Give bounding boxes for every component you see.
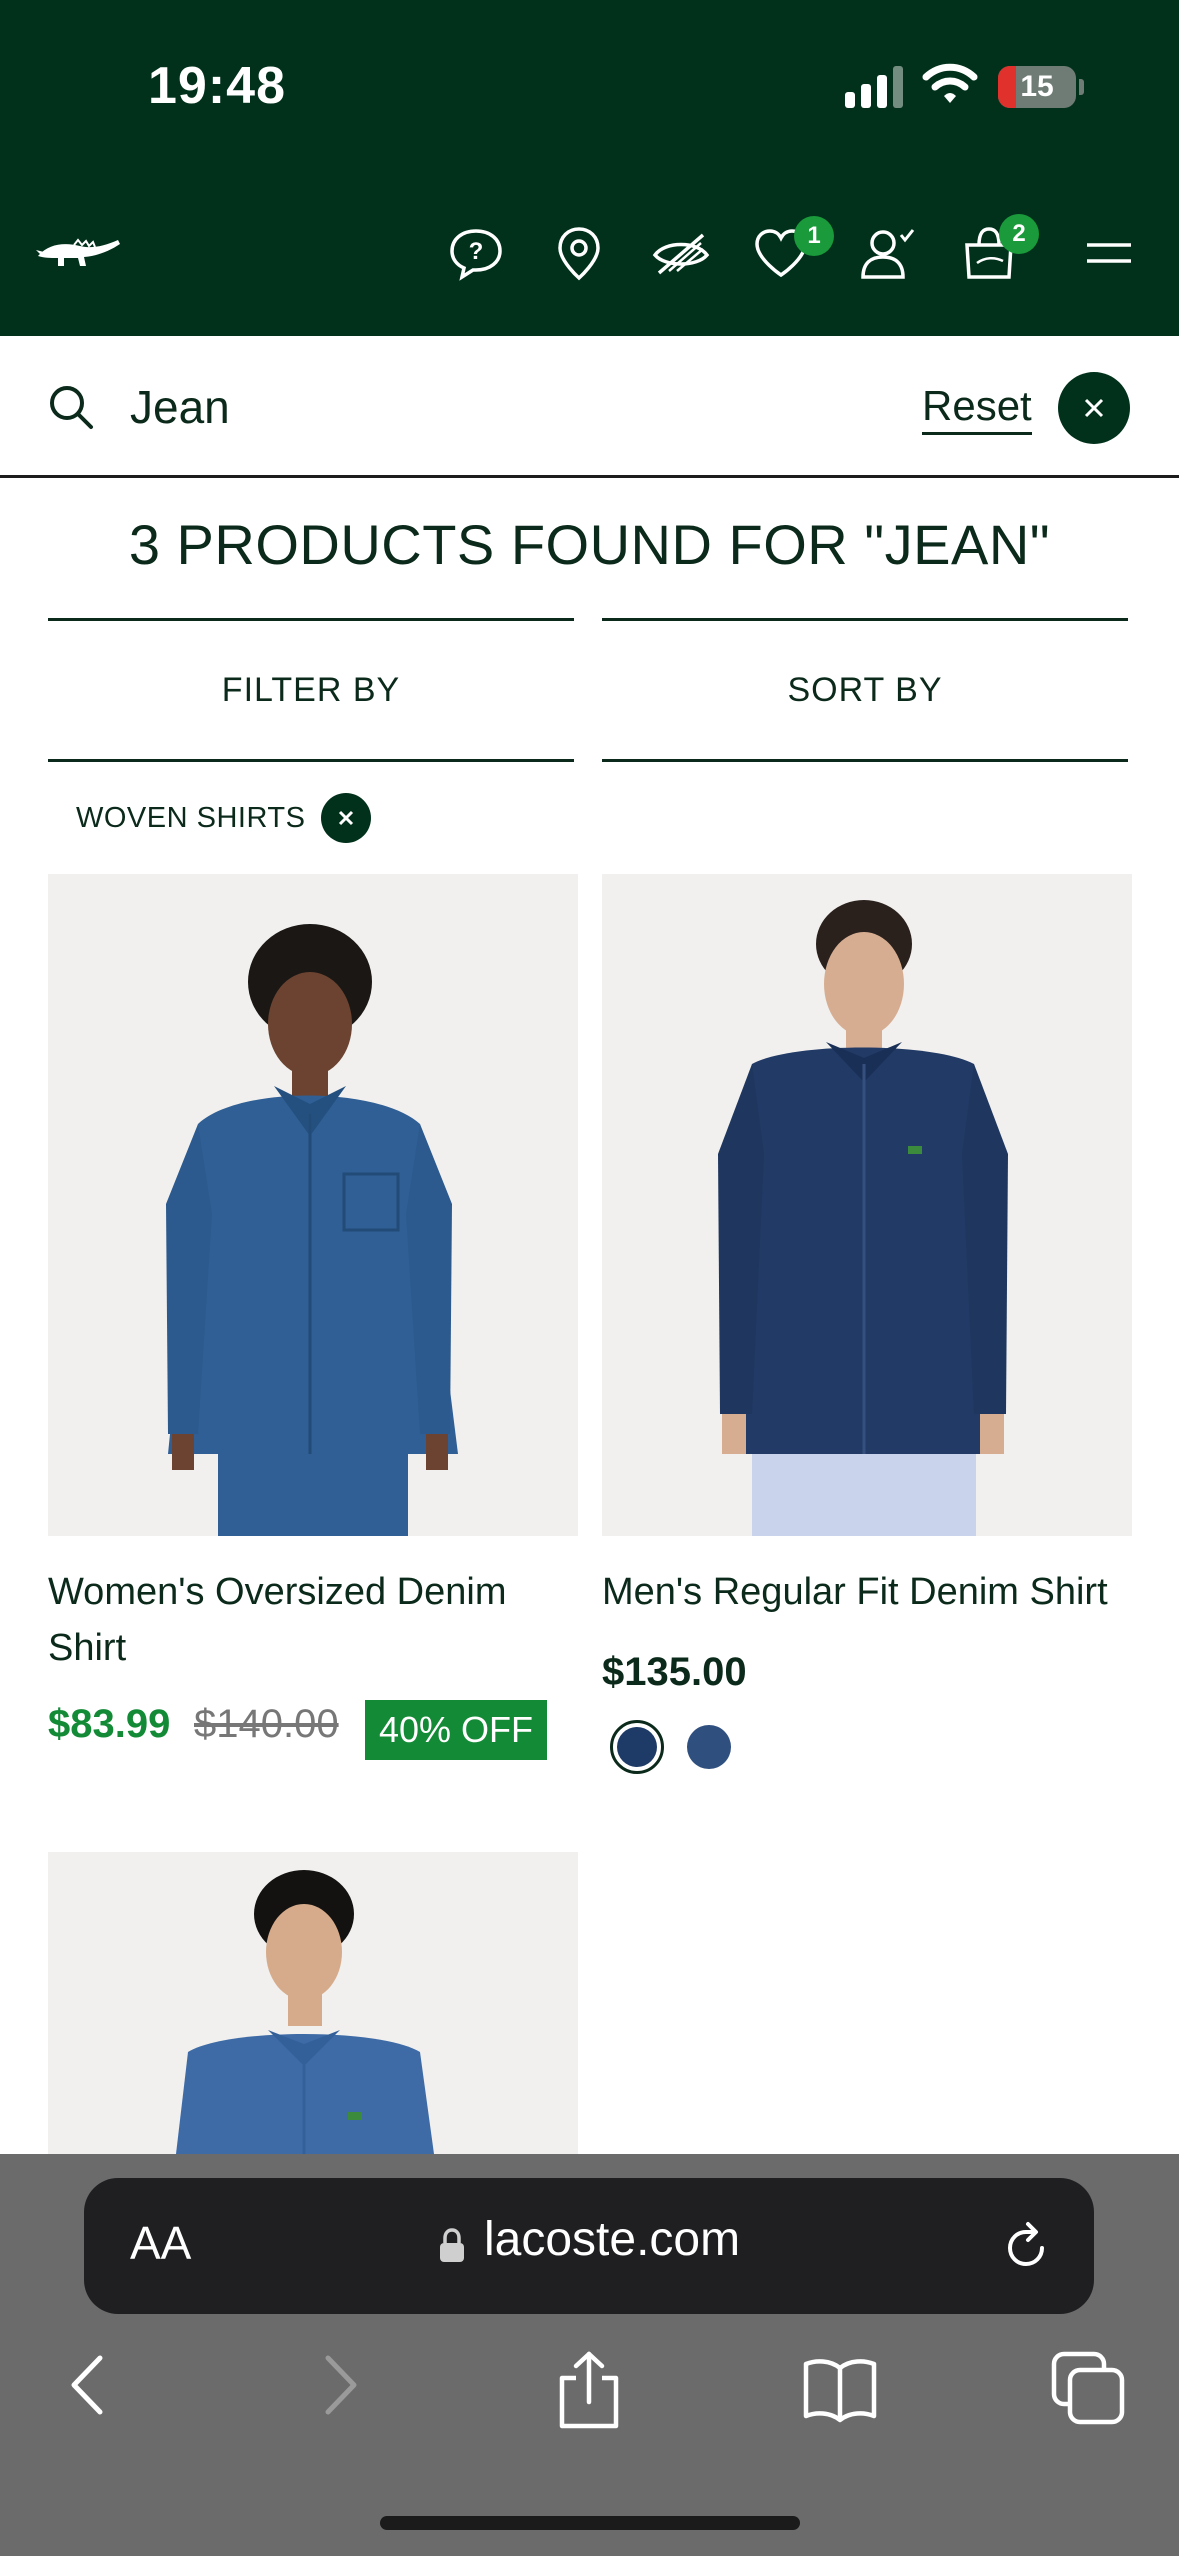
cart-count-badge: 2 bbox=[999, 214, 1039, 254]
discount-badge: 40% OFF bbox=[365, 1700, 548, 1760]
reload-icon[interactable] bbox=[998, 2218, 1054, 2274]
color-swatch-selected[interactable] bbox=[610, 1720, 664, 1774]
active-filter-chip[interactable]: WOVEN SHIRTS bbox=[76, 790, 372, 846]
product-name[interactable]: Women's Oversized Denim Shirt bbox=[48, 1564, 578, 1676]
close-icon bbox=[339, 810, 354, 826]
account-icon[interactable] bbox=[854, 220, 920, 286]
search-input[interactable] bbox=[130, 376, 830, 438]
battery-indicator: 15 bbox=[998, 66, 1076, 108]
forward-icon[interactable] bbox=[316, 2350, 366, 2420]
product-image-womens-denim-shirt[interactable] bbox=[48, 874, 578, 1536]
tabs-icon[interactable] bbox=[1050, 2350, 1126, 2426]
active-filter-label: WOVEN SHIRTS bbox=[76, 801, 306, 834]
wishlist-count-badge: 1 bbox=[794, 216, 834, 256]
product-price: $135.00 bbox=[602, 1650, 747, 1694]
battery-tip bbox=[1079, 79, 1084, 95]
results-title: 3 PRODUCTS FOUND FOR "JEAN" bbox=[128, 513, 1051, 576]
status-time: 19:48 bbox=[148, 57, 286, 115]
lacoste-logo[interactable] bbox=[34, 222, 124, 282]
product-name[interactable]: Men's Regular Fit Denim Shirt bbox=[602, 1564, 1162, 1620]
store-locator-icon[interactable] bbox=[546, 220, 612, 286]
search-icon bbox=[50, 386, 93, 429]
url-text[interactable]: lacoste.com bbox=[484, 2212, 740, 2267]
product-image-mens-denim-shirt[interactable] bbox=[602, 874, 1132, 1536]
reader-settings-button[interactable]: AA bbox=[130, 2216, 191, 2270]
clear-search-button[interactable] bbox=[1058, 372, 1130, 444]
home-indicator bbox=[380, 2516, 800, 2530]
sort-by-button[interactable]: SORT BY bbox=[602, 618, 1128, 762]
reset-link[interactable]: Reset bbox=[922, 382, 1032, 435]
battery-level: 15 bbox=[1020, 70, 1054, 103]
accessibility-icon[interactable] bbox=[648, 220, 714, 286]
wifi-icon bbox=[922, 63, 978, 103]
help-icon[interactable]: ? bbox=[443, 220, 509, 286]
menu-icon[interactable] bbox=[1076, 220, 1142, 286]
lock-icon bbox=[440, 2228, 464, 2262]
color-swatch[interactable] bbox=[687, 1725, 731, 1769]
filter-by-button[interactable]: FILTER BY bbox=[48, 618, 574, 762]
bookmarks-icon[interactable] bbox=[800, 2354, 880, 2424]
product-original-price: $140.00 bbox=[194, 1702, 339, 1746]
svg-text:?: ? bbox=[469, 238, 484, 265]
cellular-signal-icon bbox=[845, 66, 903, 108]
back-icon[interactable] bbox=[62, 2350, 112, 2420]
remove-filter-button[interactable] bbox=[321, 793, 372, 843]
product-sale-price: $83.99 bbox=[48, 1702, 171, 1746]
close-icon bbox=[1084, 398, 1104, 418]
product-image-denim-shirt[interactable] bbox=[48, 1852, 578, 2154]
share-icon[interactable] bbox=[554, 2350, 624, 2430]
